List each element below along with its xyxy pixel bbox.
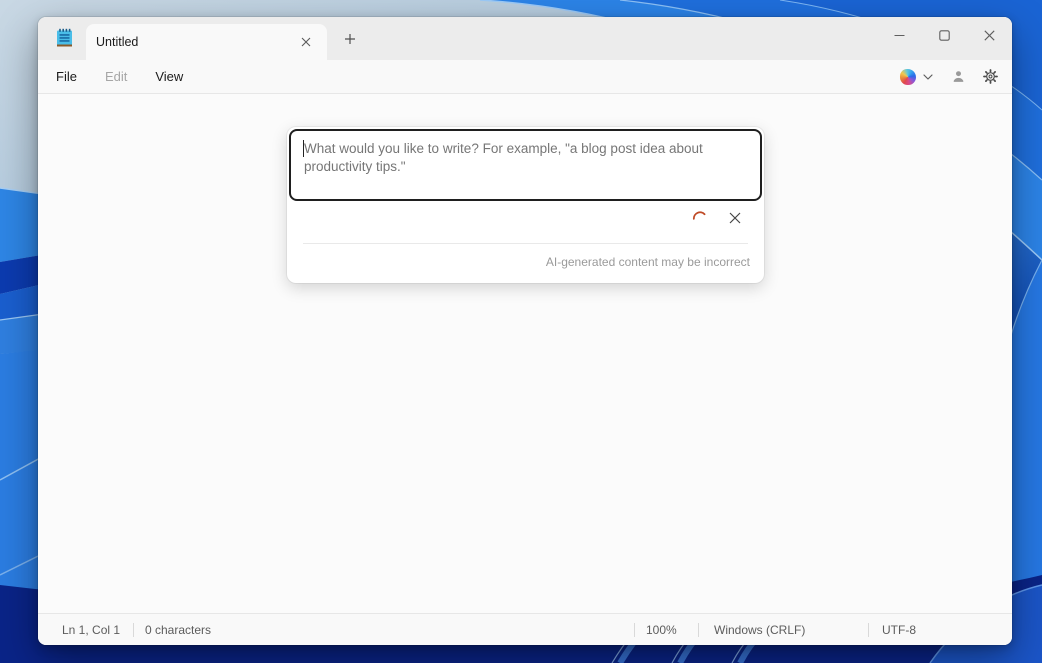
close-icon — [729, 212, 741, 224]
status-divider — [868, 623, 869, 637]
status-encoding: UTF-8 — [882, 623, 916, 637]
copilot-icon — [900, 69, 916, 85]
gear-icon — [982, 68, 999, 85]
ai-disclaimer: AI-generated content may be incorrect — [546, 255, 750, 269]
menubar-actions — [890, 60, 1006, 93]
status-bar: Ln 1, Col 1 0 characters 100% Windows (C… — [38, 613, 1012, 645]
tab-title: Untitled — [96, 35, 138, 49]
ai-prompt-input[interactable] — [291, 131, 760, 199]
person-icon — [950, 68, 967, 85]
copilot-button[interactable] — [890, 63, 942, 91]
minimize-icon — [894, 30, 905, 41]
status-divider — [634, 623, 635, 637]
close-icon — [984, 30, 995, 41]
minimize-button[interactable] — [877, 17, 922, 53]
status-divider — [698, 623, 699, 637]
titlebar: Untitled — [38, 17, 1012, 60]
dialog-close-button[interactable] — [723, 206, 747, 230]
menu-item-view[interactable]: View — [145, 64, 193, 89]
status-line-ending: Windows (CRLF) — [714, 623, 805, 637]
caption-buttons — [877, 17, 1012, 53]
close-icon — [301, 37, 311, 47]
tab-untitled[interactable]: Untitled — [86, 24, 327, 60]
menu-item-edit[interactable]: Edit — [95, 64, 137, 89]
menubar: File Edit View — [38, 60, 1012, 94]
maximize-icon — [939, 30, 950, 41]
status-zoom: 100% — [646, 623, 677, 637]
desktop: Untitled — [0, 0, 1042, 663]
notepad-icon — [56, 28, 74, 49]
account-button[interactable] — [942, 63, 974, 91]
notepad-window: Untitled — [38, 17, 1012, 645]
loading-spinner — [690, 208, 710, 228]
status-cursor-position: Ln 1, Col 1 — [62, 623, 120, 637]
maximize-button[interactable] — [922, 17, 967, 53]
dialog-divider — [303, 243, 748, 244]
plus-icon — [344, 33, 356, 45]
tab-close-button[interactable] — [295, 31, 317, 53]
status-char-count: 0 characters — [145, 623, 211, 637]
ai-prompt-input-frame — [289, 129, 762, 201]
ai-prompt-dialog: AI-generated content may be incorrect — [287, 127, 764, 283]
settings-button[interactable] — [974, 63, 1006, 91]
editor-area[interactable]: AI-generated content may be incorrect — [38, 94, 1012, 613]
close-button[interactable] — [967, 17, 1012, 53]
text-caret — [303, 140, 304, 157]
status-divider — [133, 623, 134, 637]
menu-item-file[interactable]: File — [46, 64, 87, 89]
chevron-down-icon — [923, 74, 933, 80]
new-tab-button[interactable] — [336, 25, 364, 53]
